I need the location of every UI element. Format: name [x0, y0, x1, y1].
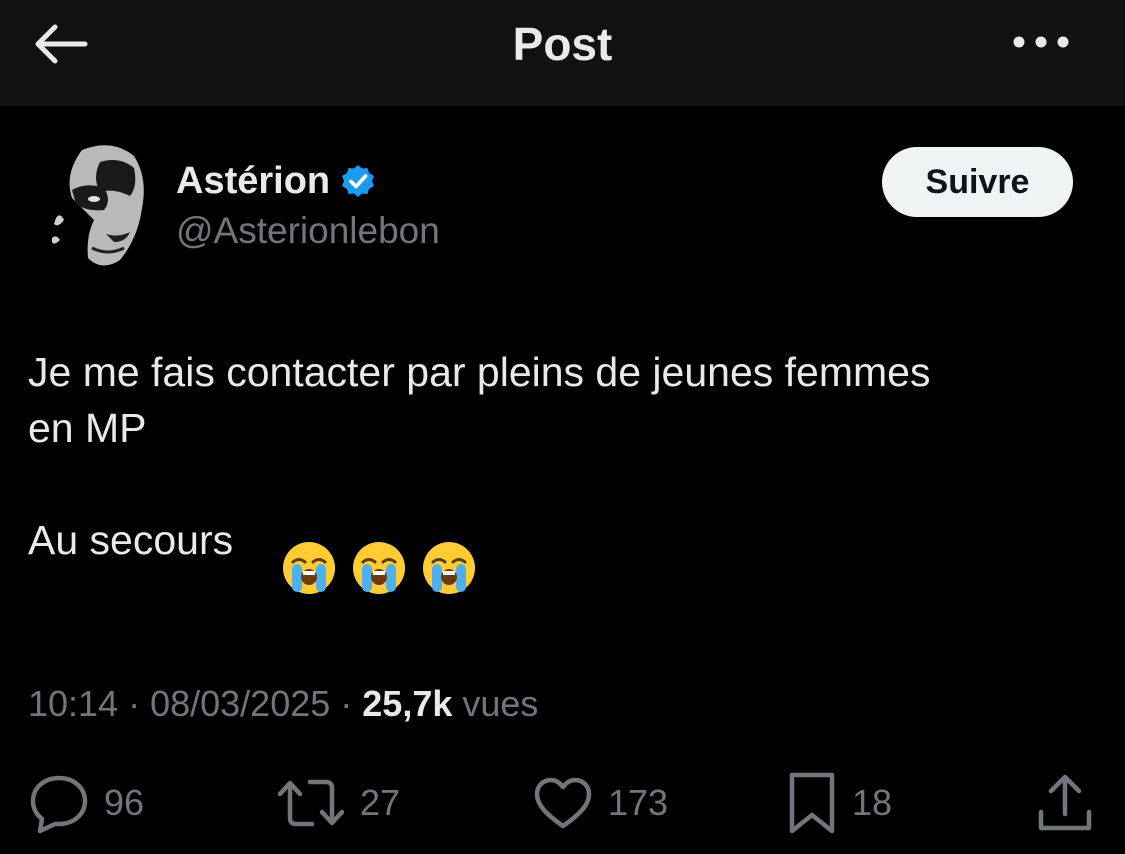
- more-options-button[interactable]: [1005, 20, 1077, 64]
- like-count: 173: [608, 782, 669, 823]
- verified-badge-icon[interactable]: [340, 163, 376, 199]
- display-name[interactable]: Astérion: [176, 156, 330, 206]
- meta-separator: ·: [330, 683, 363, 724]
- tweet-emojis: [281, 540, 477, 596]
- avatar-image: [42, 138, 156, 272]
- views-label: vues: [462, 683, 539, 724]
- views-count[interactable]: 25,7k: [362, 683, 452, 724]
- share-button[interactable]: [1036, 766, 1094, 840]
- repost-count: 27: [360, 782, 401, 823]
- author-handle[interactable]: @Asterionlebon: [176, 206, 440, 256]
- bookmark-icon: [789, 772, 835, 834]
- repost-button[interactable]: 27: [276, 766, 400, 840]
- reply-button[interactable]: 96: [28, 766, 144, 840]
- tweet-text: Je me fais contacter par pleins de jeune…: [28, 349, 931, 563]
- avatar[interactable]: [42, 138, 156, 272]
- top-bar: Post: [0, 0, 1125, 106]
- reply-count: 96: [104, 782, 145, 823]
- author-name-row[interactable]: Astérion: [176, 156, 376, 206]
- tweet-date[interactable]: 08/03/2025: [150, 683, 330, 724]
- follow-button[interactable]: Suivre: [882, 147, 1073, 217]
- repost-icon: [277, 779, 345, 827]
- loudly-crying-face-emoji: [353, 542, 405, 594]
- bookmark-count: 18: [852, 782, 893, 823]
- page-title: Post: [512, 18, 613, 70]
- loudly-crying-face-emoji: [283, 542, 335, 594]
- arrow-left-icon: [35, 24, 88, 64]
- action-bar: 96 27 173 18: [0, 766, 1125, 840]
- bookmark-button[interactable]: 18: [786, 766, 892, 840]
- reply-icon: [30, 775, 88, 834]
- like-button[interactable]: 173: [532, 766, 668, 840]
- more-dots-icon: [1013, 36, 1069, 48]
- loudly-crying-face-emoji: [423, 542, 475, 594]
- share-icon: [1038, 774, 1092, 831]
- tweet-meta: 10:14 · 08/03/2025 · 25,7k vues: [28, 676, 538, 732]
- tweet-time[interactable]: 10:14: [28, 683, 118, 724]
- back-button[interactable]: [28, 18, 92, 70]
- meta-separator: ·: [118, 683, 151, 724]
- heart-icon: [534, 777, 592, 829]
